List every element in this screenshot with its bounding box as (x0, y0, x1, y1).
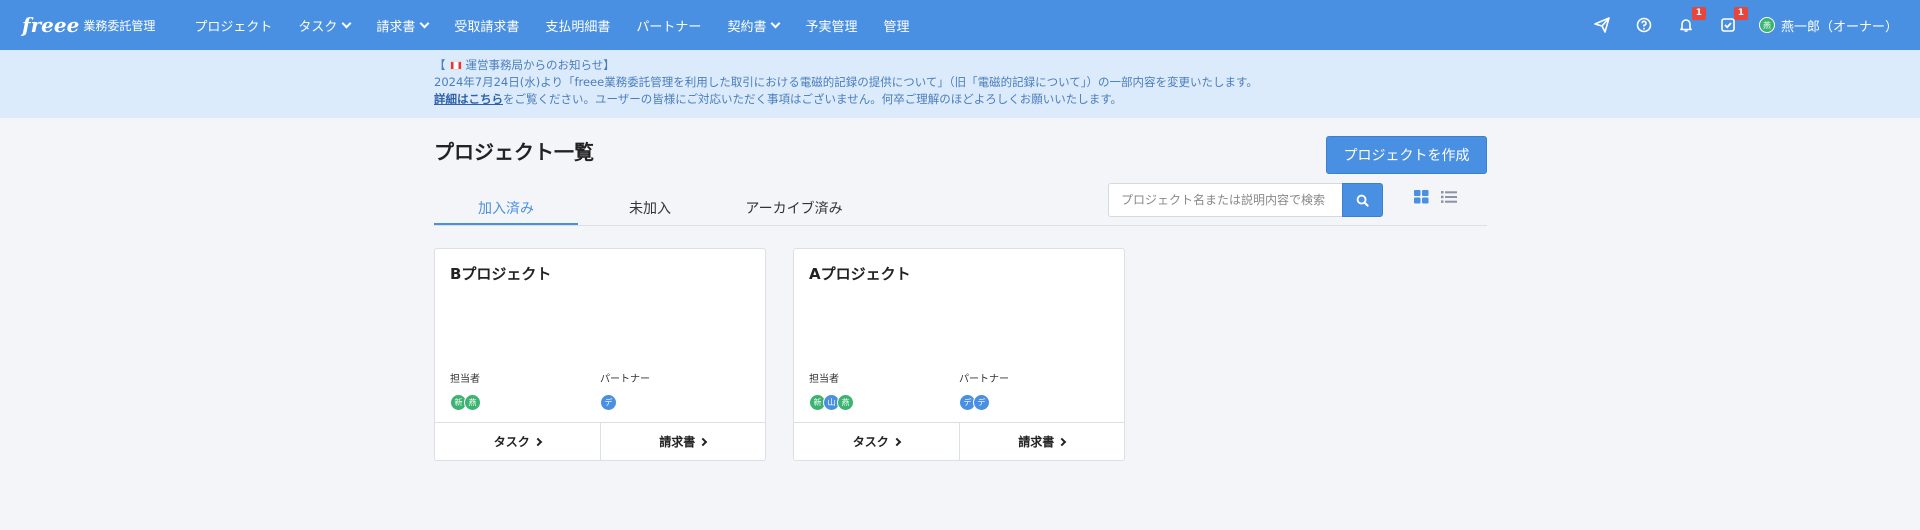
nav-item-contracts[interactable]: 契約書 (727, 16, 781, 35)
create-project-button[interactable]: プロジェクトを作成 (1326, 136, 1487, 174)
flag-icon (449, 61, 462, 70)
card-invoice-button[interactable]: 請求書 (599, 423, 766, 460)
chevron-down-icon (341, 18, 352, 28)
partner-avatars: デ デ (959, 394, 1124, 411)
assignee-label: 担当者 (809, 374, 839, 385)
chevron-right-icon (1058, 437, 1067, 446)
tab-not-joined[interactable]: 未加入 (578, 186, 722, 225)
logo-mark: freee (22, 13, 80, 37)
logo-text: 業務委託管理 (83, 18, 156, 33)
avatar: 燕 (837, 394, 854, 411)
header-tools: 1 1 燕 燕一郎（オーナー） (1581, 7, 1898, 35)
project-name: Aプロジェクト (809, 265, 911, 283)
project-cards: Bプロジェクト 担当者 新 燕 パートナー デ タスク 請求書 Aプロジェクト … (434, 248, 1152, 461)
details-link[interactable]: 詳細はこちら (434, 92, 503, 106)
card-task-button[interactable]: タスク (435, 423, 600, 460)
assignee-label: 担当者 (450, 374, 480, 385)
assignee-column: 担当者 新 山 燕 (794, 370, 959, 411)
card-actions: タスク 請求書 (435, 422, 765, 460)
nav-item-tasks[interactable]: タスク (298, 16, 352, 35)
tab-joined[interactable]: 加入済み (434, 186, 578, 225)
announcement-banner: 【運営事務局からのお知らせ】 2024年7月24日(水)より「freee業務委託… (0, 50, 1920, 118)
partner-label: パートナー (600, 374, 650, 385)
card-task-button[interactable]: タスク (794, 423, 959, 460)
list-view-icon[interactable] (1441, 190, 1457, 204)
grid-view-icon[interactable] (1414, 190, 1429, 204)
announcement-line-1: 2024年7月24日(水)より「freee業務委託管理を利用した取引における電磁… (434, 75, 1258, 89)
nav-item-invoices[interactable]: 請求書 (376, 16, 430, 35)
search-icon (1356, 194, 1369, 207)
send-icon[interactable] (1592, 15, 1612, 35)
chevron-down-icon (419, 18, 430, 28)
avatar: 燕 (464, 394, 481, 411)
main-nav: プロジェクト タスク 請求書 受取請求書 支払明細書 パートナー 契約書 予実管… (181, 16, 922, 35)
bell-icon[interactable]: 1 (1676, 7, 1706, 35)
avatar: デ (600, 394, 617, 411)
card-invoice-button[interactable]: 請求書 (958, 423, 1125, 460)
chevron-right-icon (533, 437, 542, 446)
chevron-right-icon (892, 437, 901, 446)
freee-logo[interactable]: freee 業務委託管理 (22, 13, 155, 37)
assignee-column: 担当者 新 燕 (435, 370, 600, 411)
avatar: デ (973, 394, 990, 411)
view-toggle (1402, 190, 1457, 204)
page-title: プロジェクト一覧 (434, 140, 594, 164)
card-actions: タスク 請求書 (794, 422, 1124, 460)
partner-avatars: デ (600, 394, 765, 411)
nav-item-budget[interactable]: 予実管理 (805, 16, 857, 35)
partner-label: パートナー (959, 374, 1009, 385)
project-members: 担当者 新 燕 パートナー デ (435, 370, 765, 411)
nav-item-partners[interactable]: パートナー (636, 16, 701, 35)
nav-item-projects[interactable]: プロジェクト (194, 16, 272, 35)
notification-badge: 1 (1691, 7, 1706, 20)
announcement-line-2: 詳細はこちらをご覧ください。ユーザーの皆様にご対応いただく事項はございません。何… (434, 92, 1123, 106)
user-menu[interactable]: 燕 燕一郎（オーナー） (1758, 16, 1898, 35)
project-members: 担当者 新 山 燕 パートナー デ デ (794, 370, 1124, 411)
partner-column: パートナー デ (600, 370, 765, 411)
search-button[interactable] (1342, 183, 1383, 217)
top-navigation-bar: freee 業務委託管理 プロジェクト タスク 請求書 受取請求書 支払明細書 … (0, 0, 1920, 50)
help-icon[interactable] (1634, 15, 1654, 35)
assignee-avatars: 新 燕 (450, 394, 600, 411)
user-avatar: 燕 (1758, 17, 1775, 33)
nav-item-received-invoices[interactable]: 受取請求書 (454, 16, 519, 35)
announcement-title: 【運営事務局からのお知らせ】 (434, 58, 615, 72)
chevron-right-icon (699, 437, 708, 446)
project-card[interactable]: Bプロジェクト 担当者 新 燕 パートナー デ タスク 請求書 (434, 248, 766, 461)
project-name: Bプロジェクト (450, 265, 552, 283)
assignee-avatars: 新 山 燕 (809, 394, 959, 411)
search-input[interactable] (1108, 183, 1342, 217)
chevron-down-icon (771, 18, 781, 28)
tab-archived[interactable]: アーカイブ済み (722, 186, 866, 225)
partner-column: パートナー デ デ (959, 370, 1124, 411)
task-check-icon[interactable]: 1 (1718, 7, 1748, 35)
nav-item-admin[interactable]: 管理 (883, 16, 909, 35)
task-badge: 1 (1733, 7, 1748, 20)
nav-item-payment-statements[interactable]: 支払明細書 (545, 16, 610, 35)
project-card[interactable]: Aプロジェクト 担当者 新 山 燕 パートナー デ デ タスク 請求書 (793, 248, 1125, 461)
user-name: 燕一郎（オーナー） (1780, 19, 1898, 35)
project-search (1108, 183, 1383, 217)
